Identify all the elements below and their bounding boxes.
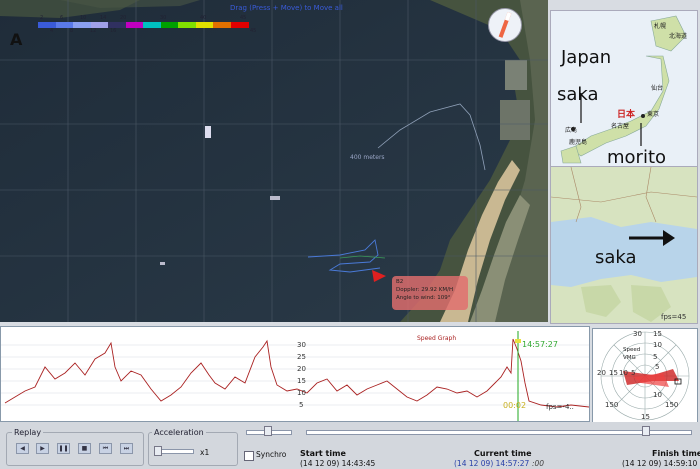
timeline-thumb[interactable] [642, 426, 650, 436]
city-label: 札幌 [654, 23, 667, 30]
synchro-label: Synchro [256, 450, 287, 459]
scale-swatch [143, 22, 161, 28]
skip-forward-button[interactable]: ⏭ [120, 443, 133, 454]
scale-swatch [213, 22, 231, 28]
synchro-checkbox[interactable] [244, 451, 254, 461]
city-label: 東京 [647, 111, 660, 118]
timeline-slider[interactable] [306, 430, 692, 435]
start-time-label: Start time [300, 449, 346, 458]
scale-tick: 40 [200, 15, 207, 21]
city-label: 北海道 [669, 33, 688, 40]
scale-tick: 16 [110, 28, 117, 34]
polar-num: 15 [609, 369, 618, 377]
y-tick: 15 [297, 377, 306, 385]
inset-title: Japan [561, 47, 612, 68]
inset-right-label: morito [607, 147, 667, 167]
color-scale: 2 6 10 14 20 30 40 45 4 8 12 16 45 [38, 16, 256, 34]
distance-label: 400 meters [350, 154, 385, 161]
graph-title: Speed Graph [417, 335, 457, 342]
rewind-button[interactable]: ◀ [16, 443, 29, 454]
speed-graph[interactable]: Speed Graph 14:57:27 00:02 fps=-4.. 30 2… [0, 326, 590, 422]
zoom-thumb[interactable] [264, 426, 272, 436]
satellite-map[interactable]: Drag (Press + Move) to Move all 2 6 10 14 20… [0, 0, 548, 322]
y-tick: 30 [297, 341, 306, 349]
boat-info-popup: B2 Doppler: 29.92 KM/H Angle to wind: 10… [392, 276, 468, 310]
scale-swatch [73, 22, 91, 28]
popup-angle: Angle to wind: 109° [396, 295, 451, 301]
scale-swatch [125, 22, 144, 28]
city-label: 広島 [565, 127, 578, 134]
scale-tick: 20 [120, 15, 127, 21]
current-time-label: Current time [474, 449, 532, 458]
popup-title: B2 [396, 279, 404, 285]
polar-num: 10 [653, 341, 662, 349]
y-tick: 20 [297, 365, 306, 373]
region-label: saka [595, 247, 637, 268]
y-tick: 5 [299, 401, 304, 409]
skip-back-button[interactable]: ⏮ [99, 443, 112, 454]
polar-num: 10 [653, 391, 662, 399]
finish-time-value: (14 12 09) 14:59:10 [622, 459, 698, 468]
stop-button[interactable]: ■ [78, 443, 91, 454]
scale-swatch [160, 22, 179, 28]
scale-tick: 12 [90, 28, 97, 34]
play-button[interactable]: ▶ [36, 443, 49, 454]
polar-num: 30 [633, 330, 642, 338]
city-label: 仙台 [651, 85, 664, 92]
polar-num: 150 [605, 401, 619, 409]
popup-doppler: Doppler: 29.92 KM/H [396, 287, 454, 293]
inset-left-label: saka [557, 84, 599, 105]
acceleration-multiplier: x1 [200, 448, 210, 457]
graph-cursor-time: 14:57:27 [522, 340, 558, 349]
replay-label: Replay [12, 428, 44, 437]
scale-swatch [195, 22, 214, 28]
polar-num: 5 [655, 363, 660, 371]
inset-center-label: 日本 [617, 110, 636, 120]
scale-swatch [230, 22, 249, 28]
region-map-inset: saka fps=45 [550, 166, 698, 324]
scale-tick: 2 [40, 15, 44, 21]
scale-tick: 45 [250, 28, 257, 34]
y-tick: 25 [297, 353, 306, 361]
polar-num: 20 [597, 369, 606, 377]
city-label: 鹿児島 [569, 139, 588, 146]
polar-num: 15 [653, 330, 662, 338]
scale-swatch [178, 22, 196, 28]
fps-label: fps=45 [661, 313, 687, 321]
scale-swatch [38, 22, 56, 28]
polar-num: 150 [665, 401, 679, 409]
japan-map-inset: Japan saka morito 日本 札幌 北海道 仙台 東京 名古屋 広島… [550, 10, 698, 167]
polar-diagram[interactable]: Speed VMG 30 15 10 5 5 20 15 10 5 10 150… [592, 328, 698, 424]
scale-tick: 30 [160, 15, 167, 21]
current-time-suffix: :00 [532, 459, 545, 468]
north-arrow-icon: A [10, 30, 23, 49]
finish-time-label: Finish time [652, 449, 700, 458]
scale-tick: 10 [80, 15, 87, 21]
graph-fps: fps=-4.. [546, 403, 574, 411]
current-time-value: (14 12 09) 14:57:27 [454, 459, 530, 468]
scale-tick: 14 [100, 15, 107, 21]
pause-button[interactable]: ❚❚ [57, 443, 70, 454]
acceleration-thumb[interactable] [154, 446, 162, 456]
scale-tick: 45 [240, 15, 247, 21]
scale-tick: 4 [50, 28, 54, 34]
polar-num: 10 [619, 369, 628, 377]
map-hint: Drag (Press + Move) to Move all [230, 4, 343, 12]
graph-cursor-time-bottom: 00:02 [503, 401, 527, 410]
y-tick: 10 [297, 389, 306, 397]
polar-num: 5 [653, 353, 658, 361]
acceleration-label: Acceleration [152, 428, 206, 437]
scale-tick: 6 [60, 15, 64, 21]
polar-num: 15 [641, 413, 650, 421]
city-label: 名古屋 [611, 123, 630, 130]
polar-vmg-label: VMG [623, 355, 636, 361]
start-time-value: (14 12 09) 14:43:45 [300, 459, 376, 468]
scale-tick: 8 [70, 28, 74, 34]
polar-speed-label: Speed [623, 347, 641, 353]
polar-num: 5 [631, 369, 636, 377]
compass-icon[interactable] [488, 8, 522, 42]
